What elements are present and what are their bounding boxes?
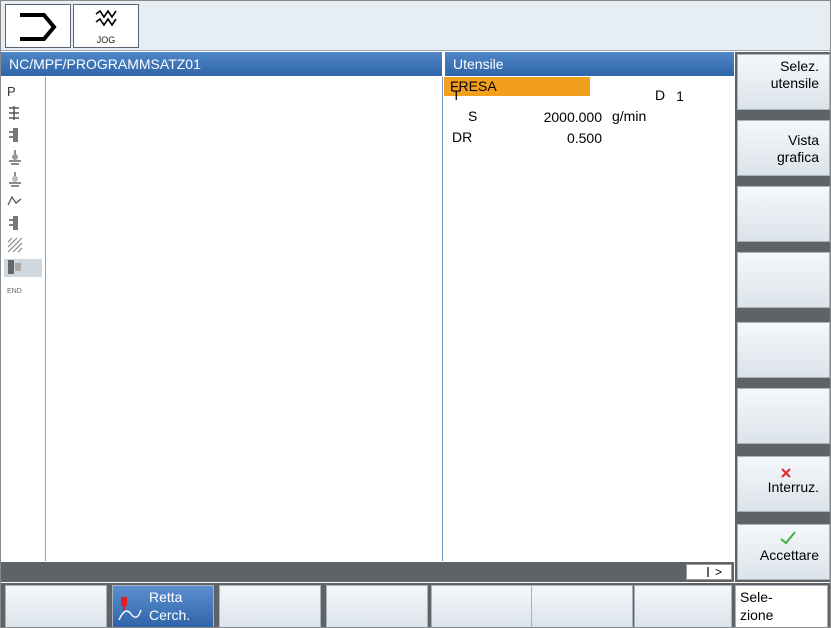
hsk-selection-line2: zione <box>740 607 774 623</box>
vertical-softkey-bar: Selez. utensile Vista grafica Interruz. … <box>735 52 830 582</box>
vsk-select-tool-line1: Selez. <box>780 58 819 74</box>
spindle-speed-unit: g/min <box>612 108 647 124</box>
program-editor-area[interactable] <box>47 77 443 561</box>
groove-icon[interactable] <box>7 215 27 233</box>
path-icon[interactable] <box>7 193 27 211</box>
jog-label: JOG <box>96 35 116 45</box>
hsk-7[interactable] <box>634 585 732 627</box>
hsk-3[interactable] <box>219 585 321 627</box>
jog-mode-cell[interactable]: JOG <box>73 4 139 48</box>
vsk-cancel[interactable]: Interruz. <box>737 456 830 512</box>
program-path-header: NC/MPF/PROGRAMMSATZ01 <box>1 52 442 76</box>
scroll-right-arrow: > <box>715 565 723 579</box>
dr-field[interactable]: 0.500 <box>501 129 608 148</box>
vsk-empty-3[interactable] <box>737 186 830 242</box>
straight-circle-icon[interactable] <box>4 259 42 277</box>
vsk-graphic-view-line1: Vista <box>788 132 819 148</box>
d-value-field[interactable]: 1 <box>670 87 690 106</box>
machine-mode-cell[interactable] <box>5 4 71 48</box>
end-icon[interactable]: END <box>7 283 27 301</box>
hsk-selection[interactable]: Sele- zione <box>735 585 828 627</box>
hsk-selection-label: Sele- zione <box>740 588 773 624</box>
milling-icon[interactable] <box>7 171 27 189</box>
straight-circle-tool-icon <box>118 597 142 621</box>
red-x-icon <box>781 468 791 478</box>
horizontal-softkey-bar: Retta Cerch. Sele- zione <box>1 583 830 627</box>
turning-icon[interactable] <box>7 127 27 145</box>
t-label: T <box>452 87 461 103</box>
hsk-6[interactable] <box>531 585 633 627</box>
scroll-indicator[interactable]: > <box>686 564 732 580</box>
hmi-screen: JOG NC/MPF/PROGRAMMSATZ01 Utensile P END… <box>0 0 831 628</box>
scroll-separator <box>707 567 709 577</box>
hsk-straight-circle-label: Retta Cerch. <box>149 588 190 624</box>
spindle-speed-field[interactable]: 2000.000 <box>501 108 608 127</box>
hsk-selection-line1: Sele- <box>740 589 773 605</box>
program-p-icon[interactable]: P <box>7 83 27 101</box>
panel-title-header: Utensile <box>444 52 734 76</box>
hsk-straight-circle-line1: Retta <box>149 589 183 605</box>
hsk-1[interactable] <box>5 585 107 627</box>
vsk-cancel-label: Interruz. <box>767 479 819 495</box>
tool-parameter-panel: T FRESA D 1 S 2000.000 g/min DR 0.500 <box>444 77 734 561</box>
vsk-empty-4[interactable] <box>737 252 830 308</box>
vsk-empty-5[interactable] <box>737 322 830 378</box>
top-status-bar: JOG <box>1 1 830 51</box>
d-label: D <box>655 87 666 103</box>
jog-wave-icon <box>95 9 117 27</box>
vsk-graphic-view-line2: grafica <box>776 149 819 165</box>
pocket-icon[interactable] <box>7 237 27 255</box>
bottom-status-strip <box>1 562 734 582</box>
drilling-icon[interactable] <box>7 105 27 123</box>
hsk-straight-circle-line2: Cerch. <box>149 607 191 623</box>
cycle-icon-column: P END <box>1 77 46 561</box>
hsk-5[interactable] <box>431 585 533 627</box>
vsk-select-tool[interactable]: Selez. utensile <box>737 54 830 110</box>
hsk-straight-circle[interactable]: Retta Cerch. <box>112 585 214 627</box>
vsk-graphic-view[interactable]: Vista grafica <box>737 120 830 176</box>
contour-icon[interactable] <box>7 149 27 167</box>
green-check-icon <box>780 531 796 545</box>
vsk-empty-6[interactable] <box>737 388 830 444</box>
dr-label: DR <box>452 129 473 145</box>
tool-name-field[interactable]: FRESA <box>444 77 590 96</box>
vsk-select-tool-line2: utensile <box>770 75 819 91</box>
cycle-arrow-icon <box>20 13 57 41</box>
s-label: S <box>468 108 478 124</box>
hsk-4[interactable] <box>326 585 428 627</box>
vsk-accept[interactable]: Accettare <box>737 524 830 580</box>
vsk-accept-label: Accettare <box>759 547 819 563</box>
